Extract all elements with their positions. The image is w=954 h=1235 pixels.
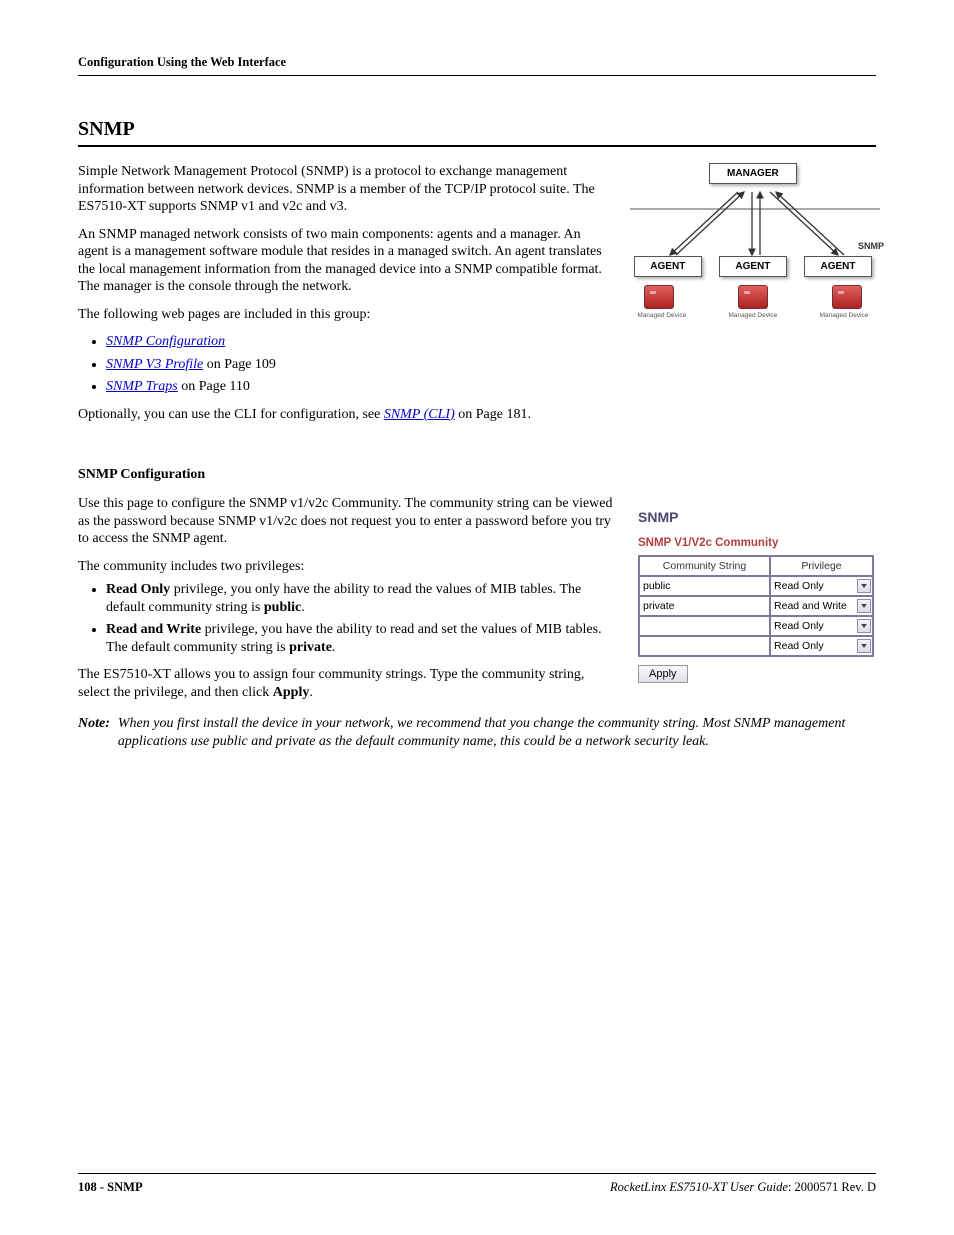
list-item: SNMP V3 Profile on Page 109 [106, 356, 610, 374]
chevron-down-icon [857, 579, 871, 593]
diagram-device-label: Managed Device [814, 312, 874, 319]
table-row: Read Only [639, 636, 873, 656]
diagram-manager-box: MANAGER [709, 163, 797, 184]
intro-paragraph-2: An SNMP managed network consists of two … [78, 226, 610, 296]
conf-paragraph-2: The community includes two privileges: [78, 558, 618, 576]
link-snmp-traps[interactable]: SNMP Traps [106, 379, 178, 394]
list-item: Read Only privilege, you only have the a… [106, 581, 618, 616]
cli-paragraph: Optionally, you can use the CLI for conf… [78, 406, 610, 424]
diagram-device-icon [832, 285, 862, 309]
page-footer: 108 - SNMP RocketLinx ES7510-XT User Gui… [78, 1173, 876, 1195]
diagram-device-icon [644, 285, 674, 309]
panel-title: SNMP [638, 509, 874, 525]
community-string-input[interactable] [640, 639, 769, 653]
privilege-list: Read Only privilege, you only have the a… [78, 581, 618, 656]
list-item: SNMP Traps on Page 110 [106, 378, 610, 396]
table-row: Read Only [639, 576, 873, 596]
list-item: Read and Write privilege, you have the a… [106, 621, 618, 656]
column-header-privilege: Privilege [770, 556, 873, 576]
footer-right: RocketLinx ES7510-XT User Guide: 2000571… [610, 1180, 876, 1195]
community-string-input[interactable] [640, 619, 769, 633]
chevron-down-icon [857, 639, 871, 653]
link-snmp-cli[interactable]: SNMP (CLI) [384, 407, 455, 422]
page-header: Configuration Using the Web Interface [78, 55, 876, 76]
link-snmp-v3-profile[interactable]: SNMP V3 Profile [106, 357, 203, 372]
note: Note: When you first install the device … [78, 715, 876, 750]
diagram-agent-box: AGENT [719, 256, 787, 277]
conf-paragraph-1: Use this page to configure the SNMP v1/v… [78, 495, 618, 548]
header-text: Configuration Using the Web Interface [78, 55, 286, 69]
page-links-list: SNMP Configuration SNMP V3 Profile on Pa… [78, 333, 610, 396]
list-item: SNMP Configuration [106, 333, 610, 351]
column-header-community-string: Community String [639, 556, 770, 576]
snmp-architecture-diagram: MANAGER SNMP AGENT AGENT AGENT [630, 163, 876, 319]
intro-paragraph-1: Simple Network Management Protocol (SNMP… [78, 163, 610, 216]
snmp-community-panel: SNMP SNMP V1/V2c Community Community Str… [638, 509, 874, 683]
intro-paragraph-3: The following web pages are included in … [78, 306, 610, 324]
conf-paragraph-3: The ES7510-XT allows you to assign four … [78, 666, 618, 701]
community-table: Community String Privilege Read Only Rea… [638, 555, 874, 657]
table-row: Read and Write [639, 596, 873, 616]
privilege-select[interactable]: Read Only [771, 619, 872, 633]
table-row: Read Only [639, 616, 873, 636]
privilege-select[interactable]: Read and Write [771, 599, 872, 613]
community-string-input[interactable] [640, 579, 769, 593]
chevron-down-icon [857, 619, 871, 633]
diagram-device-label: Managed Device [632, 312, 692, 319]
community-string-input[interactable] [640, 599, 769, 613]
section-title: SNMP [78, 118, 876, 147]
diagram-device-label: Managed Device [723, 312, 783, 319]
diagram-agent-box: AGENT [634, 256, 702, 277]
chevron-down-icon [857, 599, 871, 613]
privilege-select[interactable]: Read Only [771, 579, 872, 593]
apply-button[interactable]: Apply [638, 665, 688, 683]
diagram-device-icon [738, 285, 768, 309]
diagram-snmp-label: SNMP [858, 241, 884, 251]
note-body: When you first install the device in you… [118, 715, 876, 750]
link-snmp-configuration[interactable]: SNMP Configuration [106, 334, 225, 349]
panel-subtitle: SNMP V1/V2c Community [638, 537, 874, 549]
snmp-configuration-heading: SNMP Configuration [78, 467, 876, 483]
footer-left: 108 - SNMP [78, 1180, 143, 1195]
note-label: Note: [78, 715, 110, 750]
privilege-select[interactable]: Read Only [771, 639, 872, 653]
diagram-agent-box: AGENT [804, 256, 872, 277]
